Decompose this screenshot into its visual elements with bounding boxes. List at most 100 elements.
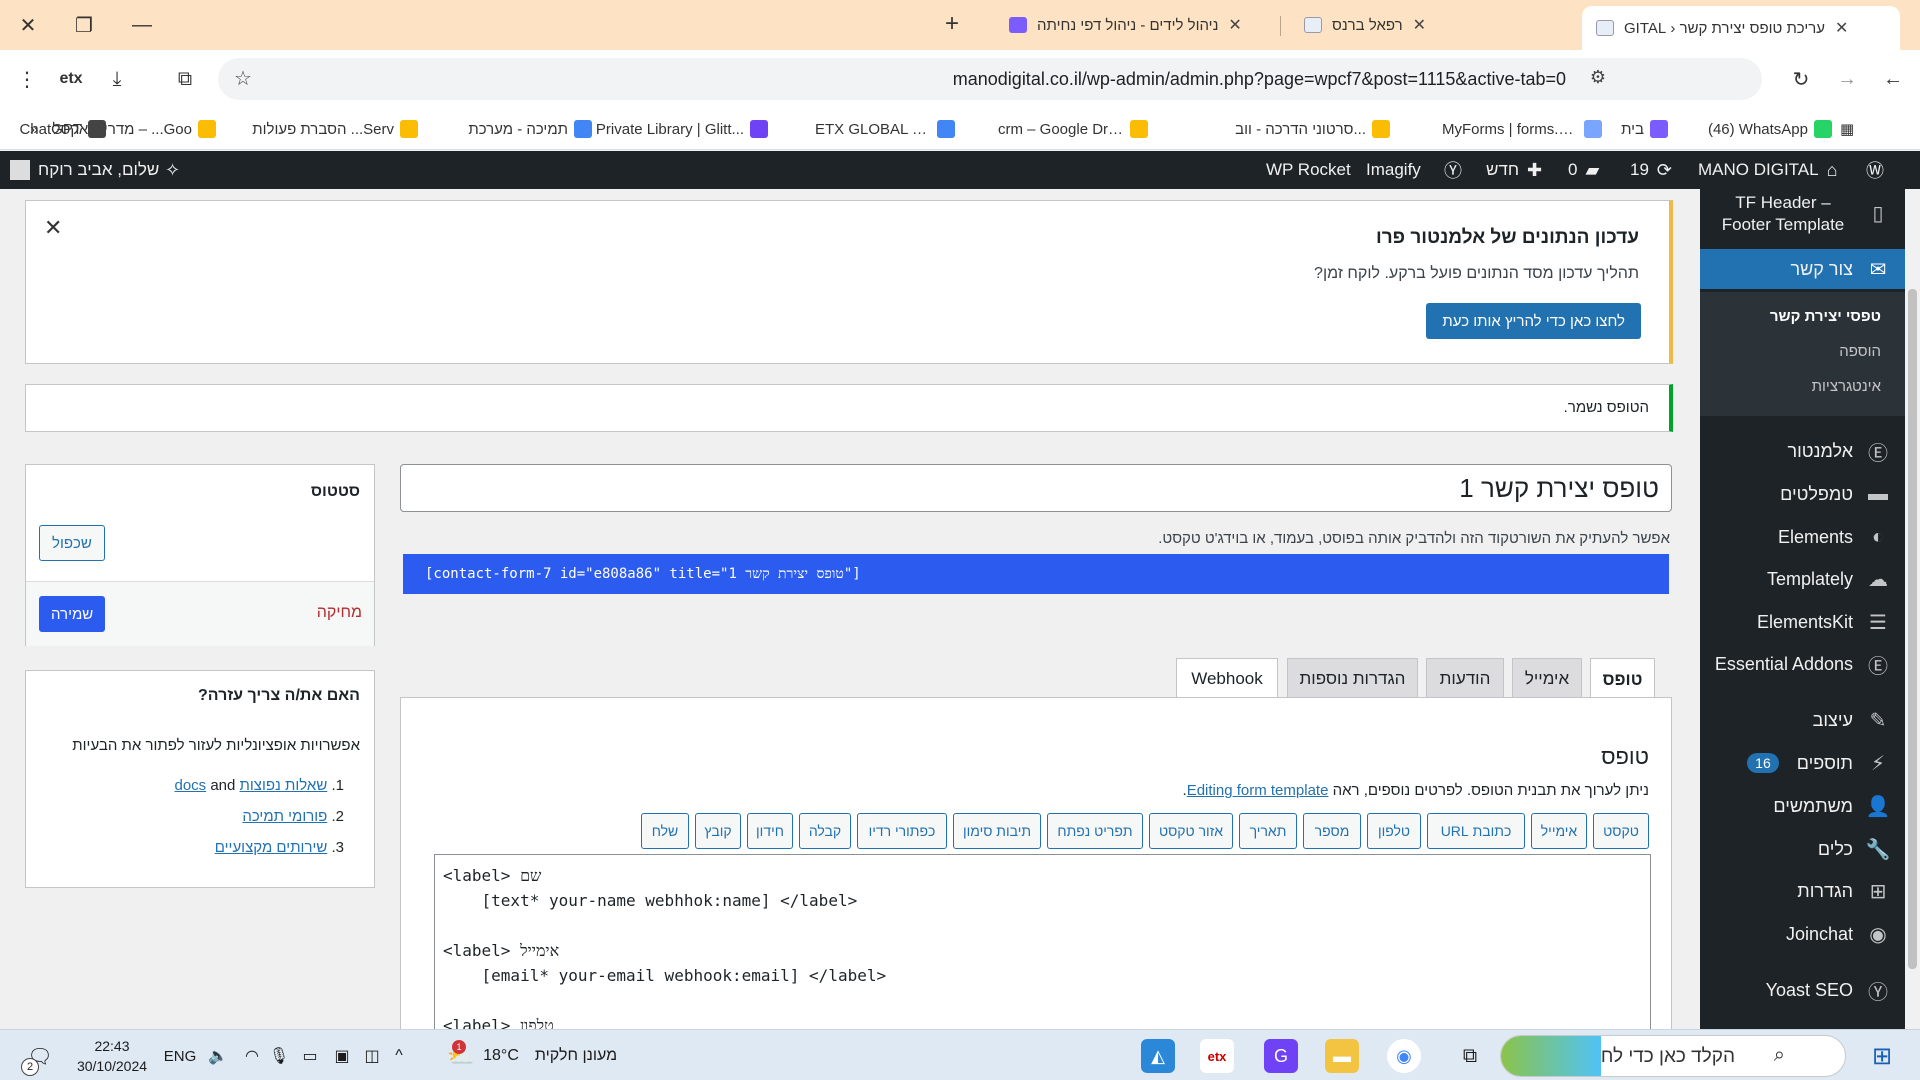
- menu-item-elementor[interactable]: Ⓔ אלמנטור: [1700, 431, 1905, 471]
- tag-button-url[interactable]: כתובת URL: [1427, 813, 1525, 849]
- bookmark-item[interactable]: הסברת פעולות ...Serv: [252, 116, 418, 142]
- tab-active[interactable]: עריכת טופס יצירת קשר ‹ GITAL ✕: [1582, 6, 1900, 50]
- form-title-input[interactable]: טופס יצירת קשר 1: [400, 464, 1672, 512]
- volume-icon[interactable]: 🔈: [204, 1038, 232, 1074]
- site-info-icon[interactable]: ⚙: [1590, 67, 1606, 88]
- menu-item-tools[interactable]: 🔧 כלים: [1700, 829, 1905, 869]
- taskbar-search[interactable]: ⌕ הקלד כאן כדי לחפש: [1500, 1035, 1846, 1077]
- tag-button-file[interactable]: קובץ: [695, 813, 741, 849]
- back-icon[interactable]: ←: [1878, 64, 1908, 94]
- support-forums-link[interactable]: פורומי תמיכה: [242, 808, 327, 825]
- menu-item-essential-addons[interactable]: Ⓔ Essential Addons: [1700, 644, 1905, 684]
- tab-form[interactable]: טופס: [1590, 658, 1655, 701]
- submenu-add-new[interactable]: הוספה: [1700, 343, 1905, 360]
- docs-link[interactable]: docs: [174, 777, 206, 794]
- chrome-icon[interactable]: ◉: [1387, 1039, 1421, 1073]
- close-tab-icon[interactable]: ✕: [1228, 15, 1241, 35]
- battery-icon[interactable]: ▭: [298, 1038, 322, 1074]
- tag-button-tel[interactable]: טלפון: [1367, 813, 1421, 849]
- tab-leads[interactable]: ניהול לידים - ניהול דפי נחיתה ✕: [995, 6, 1270, 44]
- address-bar[interactable]: ☆ manodigital.co.il/wp-admin/admin.php?p…: [218, 58, 1762, 100]
- close-tab-icon[interactable]: ✕: [1413, 15, 1426, 35]
- run-update-button[interactable]: לחצו כאן כדי להריץ אותו כעת: [1426, 303, 1641, 339]
- submenu-integrations[interactable]: אינטגרציות: [1700, 378, 1905, 395]
- menu-item-contact[interactable]: ✉ צור קשר: [1700, 249, 1905, 289]
- gplus-app-icon[interactable]: G: [1264, 1039, 1298, 1073]
- windows-start-icon[interactable]: ⊞: [1862, 1038, 1902, 1074]
- tab-additional-settings[interactable]: הגדרות נוספות: [1287, 658, 1418, 698]
- apps-grid-icon[interactable]: ▦: [1840, 116, 1854, 142]
- delete-link[interactable]: מחיקה: [317, 604, 362, 622]
- menu-item-elements[interactable]: ◐ Elements: [1700, 517, 1905, 557]
- tag-button-text[interactable]: טקסט: [1593, 813, 1649, 849]
- bookmark-item[interactable]: crm – Google Drive: [998, 116, 1148, 142]
- menu-item-elementskit[interactable]: ☰ ElementsKit: [1700, 602, 1905, 642]
- bookmark-item[interactable]: בית: [1614, 116, 1668, 142]
- dismiss-close-icon[interactable]: ✕: [44, 215, 62, 241]
- editing-form-template-link[interactable]: Editing form template: [1187, 782, 1329, 799]
- tab-mail[interactable]: אימייל: [1512, 658, 1582, 698]
- menu-item-templately[interactable]: ☁ Templately: [1700, 559, 1905, 599]
- bookmark-item[interactable]: תמיכה - מערכת: [468, 116, 592, 142]
- window-restore-icon[interactable]: ❐: [66, 8, 102, 42]
- tab-webhook[interactable]: Webhook: [1176, 658, 1278, 698]
- menu-item-users[interactable]: 👤 משתמשים: [1700, 786, 1905, 826]
- updates-link[interactable]: 19 ⟳: [1630, 151, 1672, 189]
- tag-button-checkboxes[interactable]: תיבות סימון: [953, 813, 1041, 849]
- etx-extension-icon[interactable]: etx: [56, 64, 86, 94]
- tag-button-submit[interactable]: שלח: [641, 813, 689, 849]
- show-hidden-icons-icon[interactable]: ^: [388, 1038, 410, 1074]
- tag-button-dropdown[interactable]: תפריט נפתח: [1047, 813, 1143, 849]
- tag-button-acceptance[interactable]: קבלה: [799, 813, 851, 849]
- tag-button-radio[interactable]: כפתורי רדיו: [857, 813, 947, 849]
- bookmark-item[interactable]: ChatGPT: [0, 116, 106, 142]
- menu-item-plugins[interactable]: ⚡ תוספים 16: [1700, 743, 1905, 783]
- account-link[interactable]: שלום, אביב רוקח: [10, 151, 159, 189]
- submenu-contact-forms[interactable]: טפסי יצירת קשר: [1700, 308, 1905, 325]
- new-tab-icon[interactable]: +: [945, 10, 959, 38]
- menu-item-yoast[interactable]: Ⓨ Yoast SEO: [1700, 970, 1905, 1010]
- forward-icon[interactable]: →: [1832, 64, 1862, 94]
- bookmark-item[interactable]: סרטוני הדרכה - ווב...: [1210, 116, 1390, 142]
- shortcode-field[interactable]: [contact-form-7 id="e808a86" title="טופס…: [403, 554, 1669, 594]
- menu-item-joinchat[interactable]: ◉ Joinchat: [1700, 914, 1905, 954]
- menu-item-templates[interactable]: ▬ טמפלטים: [1700, 474, 1905, 514]
- bookmark-star-icon[interactable]: ☆: [234, 66, 252, 91]
- language-indicator[interactable]: ENG: [162, 1038, 198, 1074]
- menu-item-appearance[interactable]: ✎ עיצוב: [1700, 700, 1905, 740]
- scrollbar-thumb[interactable]: [1908, 289, 1917, 969]
- imagify-link[interactable]: Imagify: [1366, 151, 1421, 189]
- task-view-icon[interactable]: ⧉: [1452, 1038, 1488, 1074]
- new-content-link[interactable]: חדש ✚: [1486, 151, 1542, 189]
- menu-item-tf-header-footer[interactable]: ▯ TF Header – Footer Template: [1700, 189, 1905, 239]
- ai-sparkle-icon[interactable]: ✧: [165, 151, 180, 189]
- clock[interactable]: 22:43 30/10/2024: [72, 1038, 152, 1074]
- site-name-link[interactable]: MANO DIGITAL ⌂: [1698, 151, 1837, 189]
- tag-button-date[interactable]: תאריך: [1239, 813, 1297, 849]
- window-close-icon[interactable]: ✕: [10, 8, 46, 42]
- tag-button-textarea[interactable]: אזור טקסט: [1149, 813, 1233, 849]
- form-template-editor[interactable]: <label> שם [text* your-name webhhok:name…: [434, 854, 1651, 1054]
- window-minimize-icon[interactable]: —: [124, 8, 160, 42]
- close-tab-icon[interactable]: ✕: [1835, 18, 1848, 38]
- tag-button-number[interactable]: מספר: [1303, 813, 1361, 849]
- wordpress-logo-icon[interactable]: Ⓦ: [1866, 151, 1884, 189]
- bluetooth-screen-icon[interactable]: ▣: [330, 1038, 354, 1074]
- bookmark-item[interactable]: (46) WhatsApp: [1694, 116, 1832, 142]
- bookmark-item[interactable]: Private Library | Glitt...: [588, 116, 768, 142]
- wp-rocket-link[interactable]: WP Rocket: [1266, 151, 1351, 189]
- file-explorer-icon[interactable]: ▬: [1325, 1039, 1359, 1073]
- browser-menu-icon[interactable]: ⋮: [12, 64, 42, 94]
- bookmark-item[interactable]: ETX GLOBAL LTD: [815, 116, 955, 142]
- menu-item-settings[interactable]: ⊞ הגדרות: [1700, 871, 1905, 911]
- wifi-icon[interactable]: ◠: [240, 1038, 264, 1074]
- tag-button-quiz[interactable]: חידון: [747, 813, 793, 849]
- weather-text[interactable]: מעונן חלקית: [526, 1038, 626, 1074]
- microphone-icon[interactable]: 🎙: [268, 1038, 290, 1074]
- save-button[interactable]: שמירה: [39, 596, 106, 632]
- comments-link[interactable]: 0 ▰: [1568, 151, 1599, 189]
- download-icon[interactable]: ⤓: [102, 64, 132, 94]
- yoast-icon[interactable]: Ⓨ: [1444, 151, 1462, 189]
- duplicate-button[interactable]: שכפול: [39, 525, 105, 561]
- etx-app-icon[interactable]: etx: [1200, 1039, 1234, 1073]
